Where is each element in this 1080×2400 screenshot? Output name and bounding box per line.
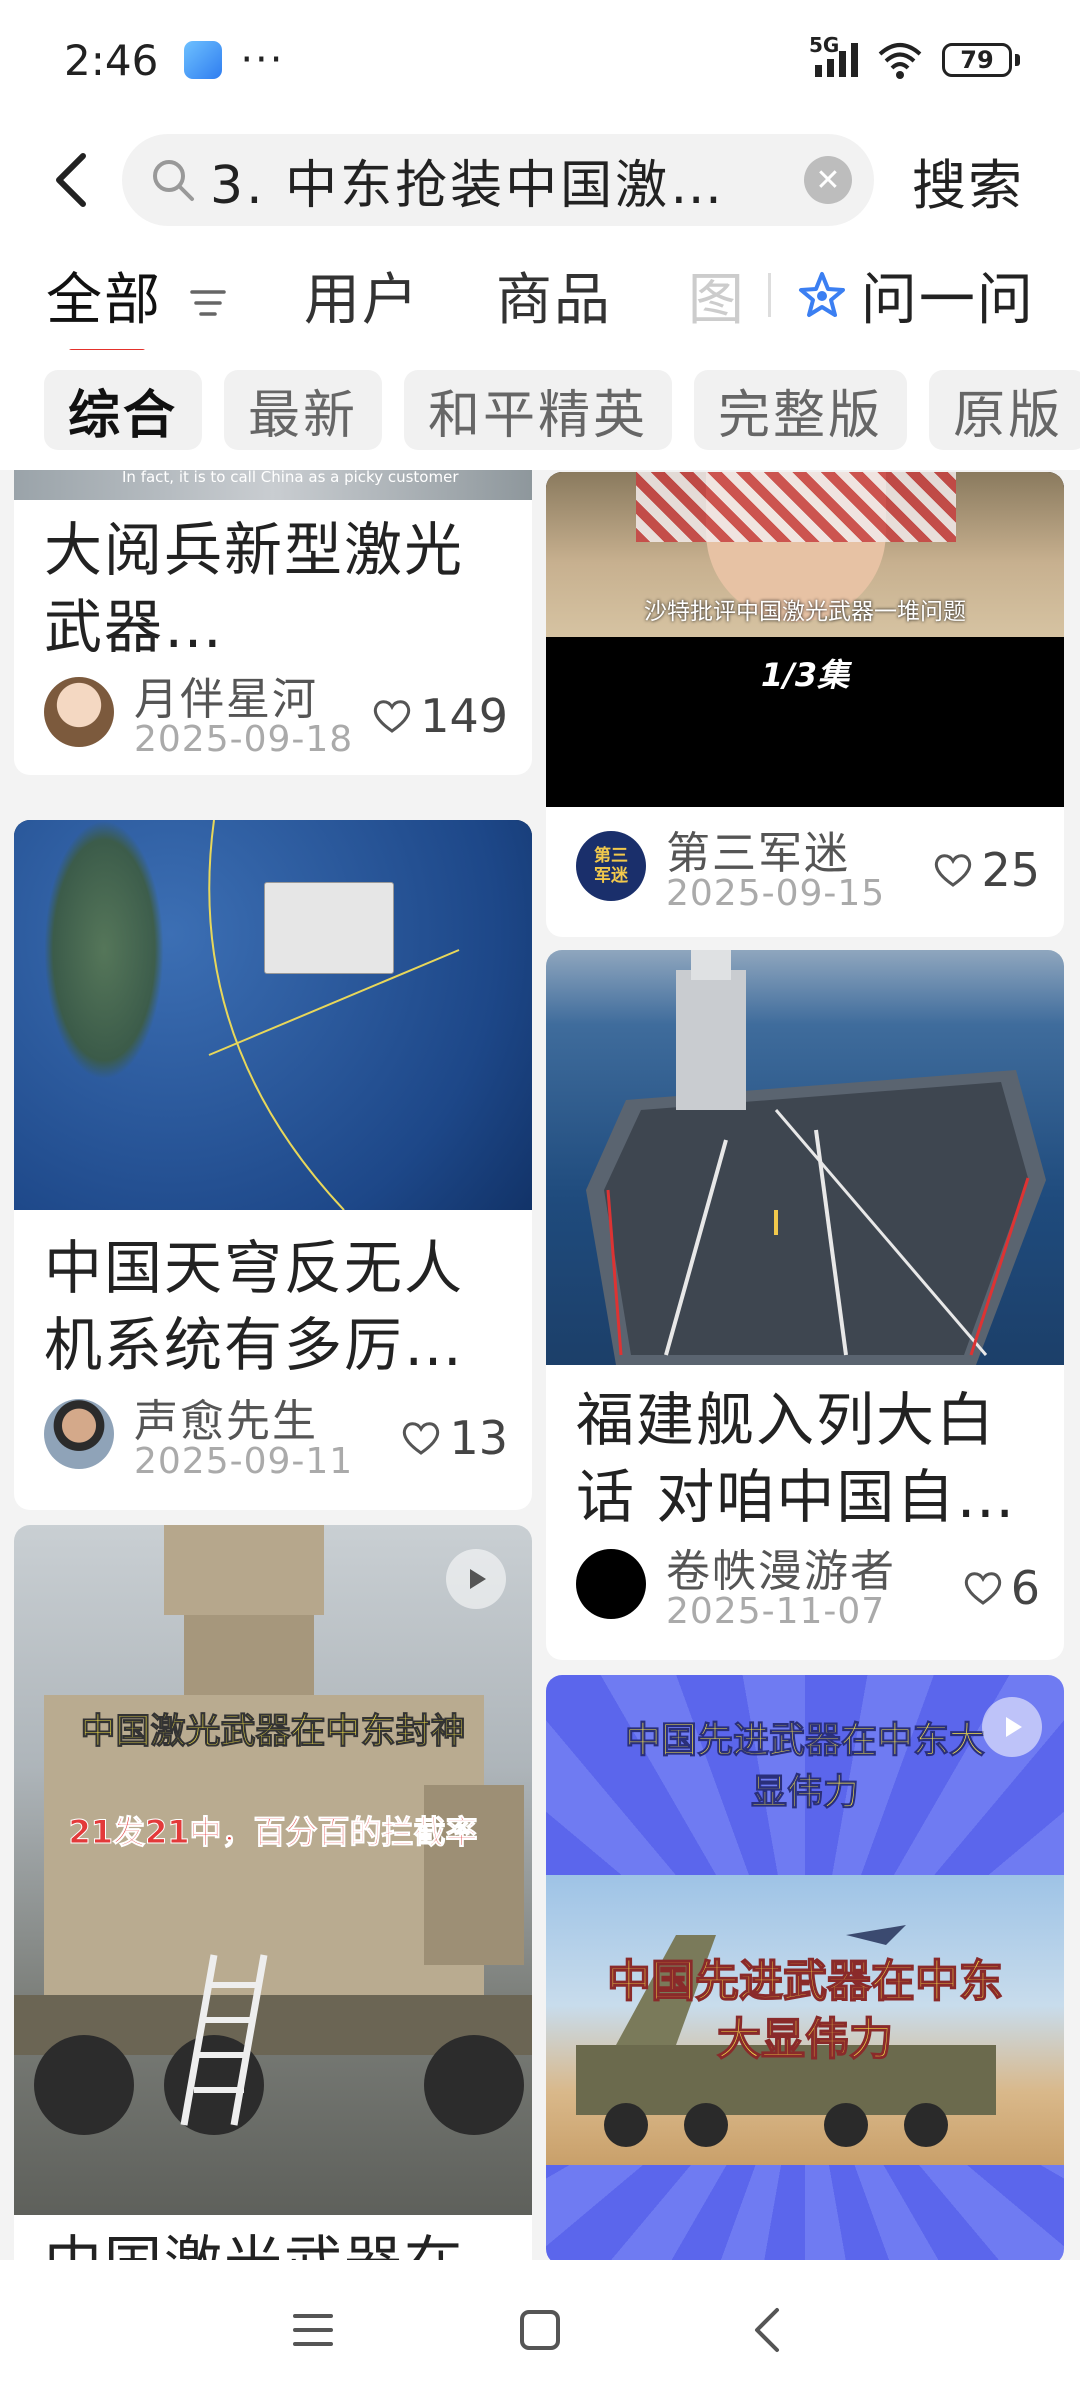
card-meta: 第三 军迷 第三军迷 2025-09-15 25: [576, 817, 1040, 917]
menu-button[interactable]: [283, 2300, 343, 2360]
thumbnail-caption: In fact, it is to call China as a picky …: [122, 470, 459, 486]
post-date: 2025-11-07: [666, 1591, 886, 1632]
map-lines: [208, 820, 460, 1210]
result-card[interactable]: 福建舰入列大白 话 对咱中国自… 卷帙漫游者 2025-11-07 6: [546, 950, 1064, 1660]
search-button[interactable]: 搜索: [912, 141, 1024, 220]
post-date: 2025-09-18: [134, 719, 354, 760]
app-notification-icon: [184, 41, 223, 79]
card-title: 福建舰入列大白 话 对咱中国自…: [576, 1386, 1017, 1531]
avatar[interactable]: 第三 军迷: [576, 831, 646, 901]
back-button[interactable]: [38, 147, 104, 213]
avatar[interactable]: [44, 1399, 114, 1469]
video-thumbnail: 沙特批评中国激光武器一堆问题 1/3集: [546, 472, 1064, 807]
like-count[interactable]: 25: [933, 843, 1040, 897]
card-title: 大阅兵新型激光 武器…: [44, 516, 465, 661]
like-count[interactable]: 6: [963, 1561, 1040, 1615]
system-back-button[interactable]: [737, 2300, 797, 2360]
video-subtitle: 沙特批评中国激光武器一堆问题: [644, 599, 966, 625]
heart-icon: [403, 1422, 440, 1455]
filter-icon[interactable]: [188, 286, 228, 320]
category-tabs: 全部 用户 商品 图 问一问: [0, 240, 1080, 356]
heart-icon: [964, 1572, 1001, 1605]
wifi-icon: [878, 43, 922, 79]
chip-latest[interactable]: 最新: [224, 370, 383, 450]
results-feed[interactable]: In fact, it is to call China as a picky …: [0, 470, 1080, 2260]
video-thumbnail: In fact, it is to call China as a picky …: [14, 470, 532, 500]
tab-products[interactable]: 商品: [496, 255, 612, 336]
video-caption-red: 21发21中，百分百的拦截率: [68, 1813, 478, 1852]
search-input[interactable]: 3. 中东抢装中国激… ✕: [122, 134, 874, 226]
video-caption-yellow: 中国激光武器在中东封神: [80, 1712, 466, 1753]
system-nav-bar: [0, 2260, 1080, 2400]
measure-dialog: [264, 882, 394, 974]
menu-icon: [293, 2314, 334, 2346]
tab-all[interactable]: 全部: [46, 255, 228, 356]
play-icon: [982, 1697, 1042, 1757]
tab-divider: [767, 273, 771, 317]
status-time: 2:46: [64, 35, 159, 85]
home-square-icon: [519, 2310, 560, 2350]
author-name[interactable]: 第三军迷: [666, 817, 850, 881]
tab-images[interactable]: 图: [688, 255, 746, 336]
like-count[interactable]: 13: [401, 1411, 508, 1465]
heart-icon: [935, 854, 972, 887]
author-name[interactable]: 月伴星河: [134, 663, 318, 727]
post-date: 2025-09-11: [134, 1441, 354, 1482]
chip-comprehensive[interactable]: 综合: [44, 370, 203, 450]
chip-peace-elite[interactable]: 和平精英: [404, 370, 673, 450]
card-meta: 卷帙漫游者 2025-11-07 6: [576, 1535, 1040, 1635]
episode-label: 1/3集: [760, 656, 850, 694]
laser-truck: [14, 1525, 532, 2135]
result-card[interactable]: 中国激光武器在中东封神 21发21中，百分百的拦截率 中国激光武器在: [14, 1525, 532, 2260]
ai-star-icon: [798, 272, 845, 317]
more-notifications-icon: ···: [240, 37, 285, 83]
avatar[interactable]: [576, 1549, 646, 1619]
status-bar: 2:46 ··· 5G 79: [0, 0, 1080, 120]
result-card[interactable]: 中国先进武器在中东大 显伟力 中国先进武器在中东 大显伟力: [546, 1675, 1064, 2260]
tab-users[interactable]: 用户: [304, 255, 420, 336]
chevron-left-icon: [754, 2308, 779, 2352]
play-icon: [446, 1549, 506, 1609]
card-title: 中国天穹反无人 机系统有多厉…: [44, 1234, 465, 1379]
avatar[interactable]: [44, 677, 114, 747]
heart-icon: [374, 700, 411, 733]
search-icon: [153, 160, 194, 201]
tab-ask[interactable]: 问一问: [797, 255, 1035, 336]
card-meta: 月伴星河 2025-09-18 149: [44, 663, 508, 763]
chip-full-version[interactable]: 完整版: [694, 370, 908, 450]
post-date: 2025-09-15: [666, 873, 886, 914]
weapon-overlay-title: 中国先进武器在中东 大显伟力: [606, 1955, 1004, 2066]
chip-original[interactable]: 原版: [929, 370, 1080, 450]
card-meta: 声愈先生 2025-09-11 13: [44, 1385, 508, 1485]
author-name[interactable]: 卷帙漫游者: [666, 1535, 896, 1599]
like-count[interactable]: 149: [372, 689, 508, 743]
search-query[interactable]: 3. 中东抢装中国激…: [210, 143, 794, 218]
home-button[interactable]: [510, 2300, 570, 2360]
result-card[interactable]: In fact, it is to call China as a picky …: [14, 470, 532, 775]
cellular-signal-icon: 5G: [809, 33, 858, 77]
battery-level: 79: [960, 46, 994, 74]
video-thumbnail: [14, 820, 532, 1210]
carrier-deck: [586, 950, 1046, 1365]
video-thumbnail: 中国激光武器在中东封神 21发21中，百分百的拦截率: [14, 1525, 532, 2215]
sort-chips: 综合 最新 和平精英 完整版 原版: [0, 350, 1080, 470]
result-card[interactable]: 中国天穹反无人 机系统有多厉… 声愈先生 2025-09-11 13: [14, 820, 532, 1510]
card-title: 中国激光武器在: [44, 2225, 508, 2260]
author-name[interactable]: 声愈先生: [134, 1385, 318, 1449]
video-thumbnail: [546, 950, 1064, 1365]
clear-search-button[interactable]: ✕: [804, 156, 852, 204]
search-header: 3. 中东抢装中国激… ✕ 搜索: [0, 120, 1080, 240]
chevron-left-icon: [56, 153, 86, 207]
video-thumbnail: 中国先进武器在中东大 显伟力 中国先进武器在中东 大显伟力: [546, 1675, 1064, 2260]
battery-icon: 79: [942, 43, 1020, 77]
result-card[interactable]: 沙特批评中国激光武器一堆问题 1/3集 第三 军迷 第三军迷 2025-09-1…: [546, 472, 1064, 937]
